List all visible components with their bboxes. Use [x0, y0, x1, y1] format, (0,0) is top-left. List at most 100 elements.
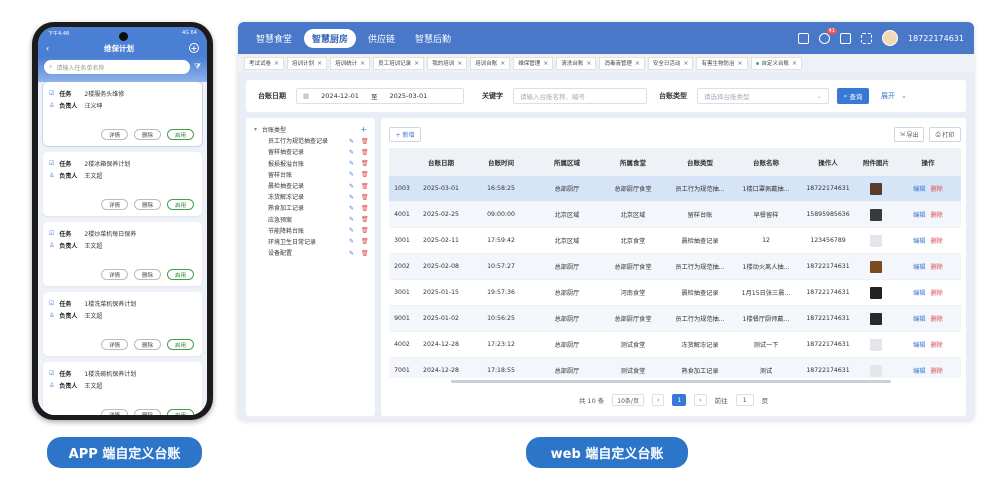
table-row[interactable]: 7001 2024-12-28 17:18:55 总部厨厅 测试食堂 熟食加工记录 测试 18… [389, 358, 961, 378]
tree-item[interactable]: 晨检抽查记录 ✎ 🗑 [254, 180, 369, 191]
edit-icon[interactable]: ✎ [349, 183, 355, 190]
table-row[interactable]: 3001 2025-02-11 17:59:42 北京区域 北京食堂 晨检抽查记录 12 12… [389, 228, 961, 254]
enable-button[interactable]: 启用 [167, 339, 194, 350]
detail-button[interactable]: 详情 [101, 409, 128, 415]
table-row[interactable]: 9001 2025-01-02 10:56:25 总部厨厅 总部厨厅食堂 员工行为规范抽.… [389, 306, 961, 332]
prev-page-icon[interactable]: ‹ [651, 394, 665, 406]
delete-link[interactable]: 删除 [931, 314, 943, 323]
detail-button[interactable]: 详情 [101, 339, 128, 350]
query-button[interactable]: ⌕ 查询 [837, 88, 869, 104]
detail-button[interactable]: 详情 [101, 269, 128, 280]
delete-link[interactable]: 删除 [931, 366, 943, 375]
tree-item[interactable]: 设备配置 ✎ 🗑 [254, 247, 369, 258]
export-button[interactable]: ⇲ 导出 [894, 127, 924, 142]
edit-link[interactable]: 编辑 [913, 288, 925, 297]
back-icon[interactable]: ‹ [46, 44, 49, 53]
nav-item[interactable]: 供应链 [360, 29, 403, 48]
detail-button[interactable]: 详情 [101, 129, 128, 140]
page-number[interactable]: 1 [672, 394, 687, 406]
add-icon[interactable]: + [189, 43, 199, 53]
close-icon[interactable]: × [683, 60, 688, 67]
date-range-input[interactable]: ▦ 2024-12-01 至 2025-03-01 [296, 88, 464, 104]
tree-item[interactable]: 留样台账 ✎ 🗑 [254, 169, 369, 180]
edit-icon[interactable]: ✎ [349, 205, 355, 212]
tab-item[interactable]: 我的培训 × [427, 56, 468, 70]
tree-root[interactable]: ▾ 台账类型 + [254, 124, 367, 135]
edit-link[interactable]: 编辑 [913, 262, 925, 271]
delete-link[interactable]: 删除 [931, 340, 943, 349]
task-card[interactable]: ☑ 任务 2楼炒菜机每日保养 ♙ 负责人 王文超 详情 删除 启用 [43, 222, 202, 286]
close-icon[interactable]: × [457, 60, 462, 67]
edit-icon[interactable]: ✎ [349, 149, 355, 156]
close-icon[interactable]: × [274, 60, 279, 67]
delete-icon[interactable]: 🗑 [361, 227, 369, 234]
task-card[interactable]: ☑ 任务 2楼冰箱保养计划 ♙ 负责人 王文超 详情 删除 启用 [43, 152, 202, 216]
tree-item[interactable]: 留样抽查记录 ✎ 🗑 [254, 146, 369, 157]
task-card[interactable]: ☑ 任务 2楼服务头维修 ♙ 负责人 汪义坤 详情 删除 启用 [42, 82, 203, 147]
user-alert-icon[interactable]: 41 [819, 27, 837, 44]
edit-icon[interactable]: ✎ [349, 171, 355, 178]
tab-item[interactable]: 清洗台账 × [556, 56, 597, 70]
delete-icon[interactable]: 🗑 [361, 149, 369, 156]
tree-item[interactable]: 节能降耗台账 ✎ 🗑 [254, 225, 369, 236]
enable-button[interactable]: 启用 [167, 409, 194, 415]
add-icon[interactable]: + [360, 125, 367, 134]
delete-icon[interactable]: 🗑 [361, 183, 369, 190]
attachment-thumbnail[interactable] [870, 364, 882, 377]
edit-icon[interactable]: ✎ [349, 160, 355, 167]
chevron-down-icon[interactable]: ⌄ [901, 92, 907, 100]
next-page-icon[interactable]: › [694, 394, 707, 406]
detail-button[interactable]: 详情 [101, 199, 128, 210]
enable-button[interactable]: 启用 [167, 129, 194, 140]
attachment-thumbnail[interactable] [870, 286, 882, 299]
nav-item[interactable]: 智慧食堂 [248, 29, 300, 48]
attachment-thumbnail[interactable] [870, 208, 882, 221]
attachment-thumbnail[interactable] [870, 182, 882, 195]
close-icon[interactable]: × [586, 60, 591, 67]
add-button[interactable]: + 新增 [389, 127, 421, 142]
close-icon[interactable]: × [360, 60, 365, 67]
delete-icon[interactable]: 🗑 [361, 216, 369, 223]
edit-link[interactable]: 编辑 [913, 314, 925, 323]
delete-icon[interactable]: 🗑 [361, 160, 369, 167]
tab-item[interactable]: 消毒液管理 × [599, 56, 645, 70]
table-row[interactable]: 1003 2025-03-01 16:58:25 总部厨厅 总部厨厅食堂 员工行为规范抽.… [389, 176, 961, 202]
tab-item[interactable]: 培训计划 × [287, 56, 328, 70]
edit-link[interactable]: 编辑 [913, 184, 925, 193]
delete-icon[interactable]: 🗑 [361, 238, 369, 245]
edit-link[interactable]: 编辑 [913, 210, 925, 219]
keyword-input[interactable]: 请输入台账名称、编号 [513, 88, 647, 104]
delete-icon[interactable]: 🗑 [361, 205, 369, 212]
edit-link[interactable]: 编辑 [913, 366, 925, 375]
tab-item[interactable]: 考试试卷 × [244, 56, 285, 70]
filter-icon[interactable]: ⧩ [194, 62, 201, 72]
close-icon[interactable]: × [792, 60, 797, 67]
nav-item[interactable]: 智慧厨房 [304, 28, 357, 48]
tab-item[interactable]: 有害生物防治 × [696, 56, 748, 70]
table-row[interactable]: 3001 2025-01-15 19:57:36 总部厨厅 河南食堂 晨检抽查记录 1月15… [389, 280, 961, 306]
delete-button[interactable]: 删除 [134, 339, 161, 350]
close-icon[interactable]: × [414, 60, 419, 67]
edit-icon[interactable]: ✎ [349, 194, 355, 201]
table-row[interactable]: 4001 2025-02-25 09:00:00 北京区域 北京区域 留样台账 早餐留样 15… [389, 202, 961, 228]
tab-item[interactable]: 培训统计 × [330, 56, 371, 70]
tree-item[interactable]: 报损报溢台账 ✎ 🗑 [254, 158, 369, 169]
close-icon[interactable]: × [737, 60, 742, 67]
tree-item[interactable]: 冻货解冻记录 ✎ 🗑 [254, 191, 369, 202]
search-input[interactable]: ⌕ 请输入任务单名称 [44, 60, 190, 74]
close-icon[interactable]: × [635, 60, 640, 67]
delete-icon[interactable]: 🗑 [361, 194, 369, 201]
edit-icon[interactable]: ✎ [349, 238, 355, 245]
close-icon[interactable]: × [543, 60, 548, 67]
horizontal-scrollbar[interactable] [451, 380, 891, 383]
fullscreen-icon[interactable] [861, 32, 872, 44]
tab-item[interactable]: 安全日活动 × [647, 56, 694, 70]
delete-button[interactable]: 删除 [134, 129, 161, 140]
close-icon[interactable]: × [500, 60, 505, 67]
delete-button[interactable]: 删除 [134, 409, 161, 415]
delete-link[interactable]: 删除 [931, 184, 943, 193]
tree-item[interactable]: 熟食加工记录 ✎ 🗑 [254, 202, 369, 213]
delete-button[interactable]: 删除 [134, 269, 161, 280]
close-icon[interactable]: × [317, 60, 322, 67]
upload-icon[interactable] [798, 32, 809, 44]
